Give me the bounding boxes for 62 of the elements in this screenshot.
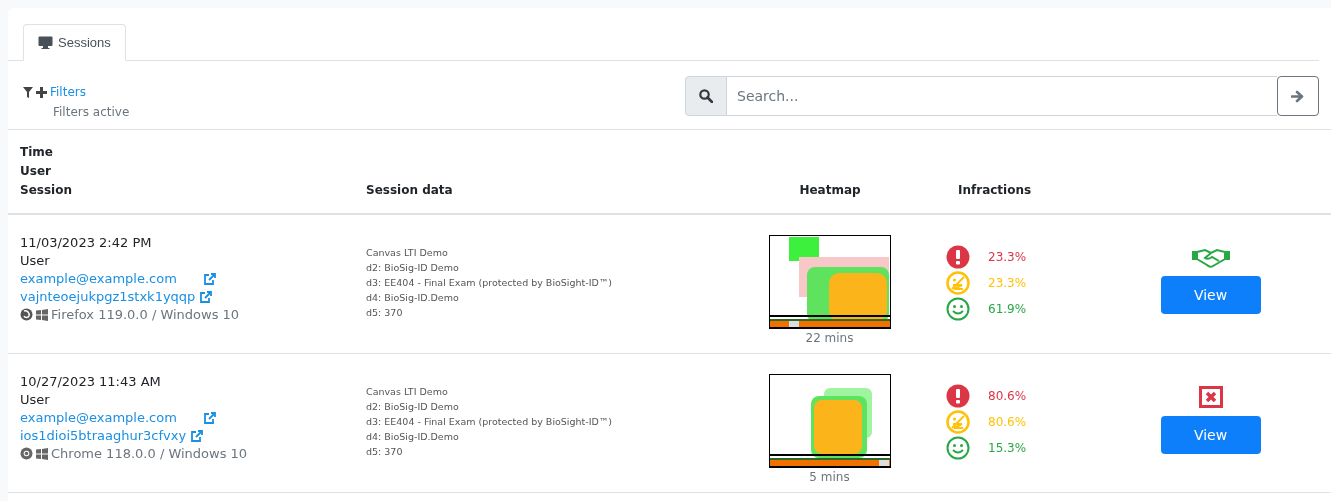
column-header: Infractions [958, 182, 1033, 199]
session-data-line: d4: BioSig-ID.Demo [366, 431, 460, 442]
timestamp: 11/03/2023 2:42 PM [20, 235, 153, 250]
email-link[interactable]: example@example.com [20, 271, 366, 286]
column-header: Time [20, 144, 54, 161]
infraction-percent: 80.6% [988, 415, 1027, 429]
session-data-line: d3: EE404 - Final Exam (protected by BioSight-ID™) [366, 277, 614, 288]
infraction-percent: 23.3% [988, 276, 1027, 290]
column-header: Session data [366, 182, 454, 199]
firefox-icon [20, 308, 33, 321]
smiley-icon [946, 297, 970, 321]
filters-link[interactable]: Filters [50, 85, 86, 99]
column-header: User [20, 163, 52, 180]
plus-icon [36, 86, 47, 98]
user-label: User [20, 253, 51, 268]
x-box-icon [1198, 386, 1223, 408]
exclamation-icon [946, 245, 970, 269]
handshake-icon [1190, 247, 1231, 268]
duration: 5 mins [809, 470, 850, 484]
session-data-line: d2: BioSig-ID Demo [366, 262, 460, 273]
search-field[interactable]: Search... [727, 76, 1277, 116]
neutral-face-icon [946, 410, 970, 434]
session-data-line: Canvas LTI Demo [366, 386, 449, 397]
arrow-right-icon [1291, 89, 1305, 103]
filter-icon [23, 86, 33, 98]
session-link[interactable]: vajnteoejukpgz1stxk1yqqp [20, 289, 366, 304]
view-button[interactable]: View [1160, 276, 1261, 314]
timestamp: 10/27/2023 11:43 AM [20, 374, 162, 389]
view-button[interactable]: View [1160, 416, 1261, 454]
filters-status: Filters active [52, 105, 130, 119]
tab[interactable]: Sessions [23, 24, 126, 61]
infraction-percent: 80.6% [988, 389, 1027, 403]
chrome-icon [20, 447, 33, 460]
duration: 22 mins [805, 331, 854, 345]
session-data-line: d3: EE404 - Final Exam (protected by BioSight-ID™) [366, 416, 614, 427]
column-header: Session [20, 182, 73, 199]
infraction-percent: 23.3% [988, 250, 1027, 264]
external-link-icon [199, 290, 213, 303]
infraction-percent: 61.9% [988, 302, 1027, 316]
user-label: User [20, 392, 51, 407]
session-data-line: d5: 370 [366, 446, 404, 457]
session-data-line: d2: BioSig-ID Demo [366, 401, 460, 412]
platform-text: Chrome 118.0.0 / Windows 10 [51, 446, 248, 461]
email-link[interactable]: example@example.com [20, 410, 366, 425]
external-link-icon [202, 272, 216, 285]
exclamation-icon [946, 384, 970, 408]
infraction-percent: 15.3% [988, 441, 1027, 455]
column-header: Heatmap [799, 182, 861, 199]
session-data-line: d5: 370 [366, 307, 404, 318]
external-link-icon [202, 411, 216, 424]
windows-icon [36, 308, 48, 321]
platform-text: Firefox 119.0.0 / Windows 10 [51, 307, 240, 322]
search-icon [699, 89, 713, 103]
session-data-line: d4: BioSig-ID.Demo [366, 292, 460, 303]
monitor-icon [38, 36, 53, 49]
windows-icon [36, 447, 48, 460]
session-data-line: Canvas LTI Demo [366, 247, 449, 258]
session-link[interactable]: ios1dioi5btraaghur3cfvxy [20, 428, 366, 443]
external-link-icon [190, 429, 204, 442]
submit-button[interactable] [1277, 76, 1319, 116]
neutral-face-icon [946, 271, 970, 295]
smiley-icon [946, 436, 970, 460]
